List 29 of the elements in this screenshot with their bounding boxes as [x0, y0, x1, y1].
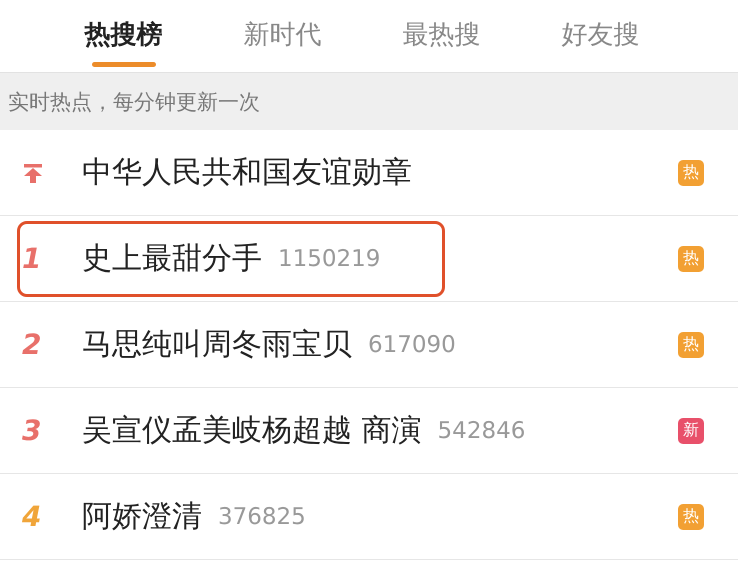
tab[interactable]: 好友搜: [521, 0, 680, 72]
topic-title: 马思纯叫周冬雨宝贝: [82, 326, 352, 364]
status-badge: 热: [678, 332, 704, 358]
topic-title: 史上最甜分手: [82, 240, 262, 278]
notice-text: 实时热点，每分钟更新一次: [8, 88, 260, 116]
pin-to-top-icon: [22, 162, 44, 184]
status-badge: 热: [678, 160, 704, 186]
rank-number: 3: [21, 414, 42, 447]
rank-number: 2: [21, 328, 42, 361]
list-row[interactable]: 2 马思纯叫周冬雨宝贝 617090 热: [0, 302, 738, 388]
tab[interactable]: 热搜榜: [44, 0, 203, 72]
search-count: 1150219: [278, 246, 380, 272]
list-row[interactable]: 中华人民共和国友谊勋章 热: [0, 130, 738, 216]
tab[interactable]: 最热搜: [362, 0, 521, 72]
search-count: 617090: [368, 332, 456, 358]
status-badge: 热: [678, 504, 704, 530]
topic-title: 阿娇澄清: [82, 498, 202, 536]
rank-number: 4: [21, 500, 42, 533]
rank-number: 1: [21, 242, 42, 275]
list-row[interactable]: 3 吴宣仪孟美岐杨超越 商演 542846 新: [0, 388, 738, 474]
search-count: 542846: [438, 418, 526, 444]
topic-title: 中华人民共和国友谊勋章: [82, 154, 412, 192]
list-row[interactable]: 1 史上最甜分手 1150219 热: [0, 216, 738, 302]
list-row[interactable]: 4 阿娇澄清 376825 热: [0, 474, 738, 560]
search-count: 376825: [218, 504, 306, 530]
status-badge: 热: [678, 246, 704, 272]
topic-title: 吴宣仪孟美岐杨超越 商演: [82, 412, 422, 450]
status-badge: 新: [678, 418, 704, 444]
tab[interactable]: 新时代: [203, 0, 362, 72]
